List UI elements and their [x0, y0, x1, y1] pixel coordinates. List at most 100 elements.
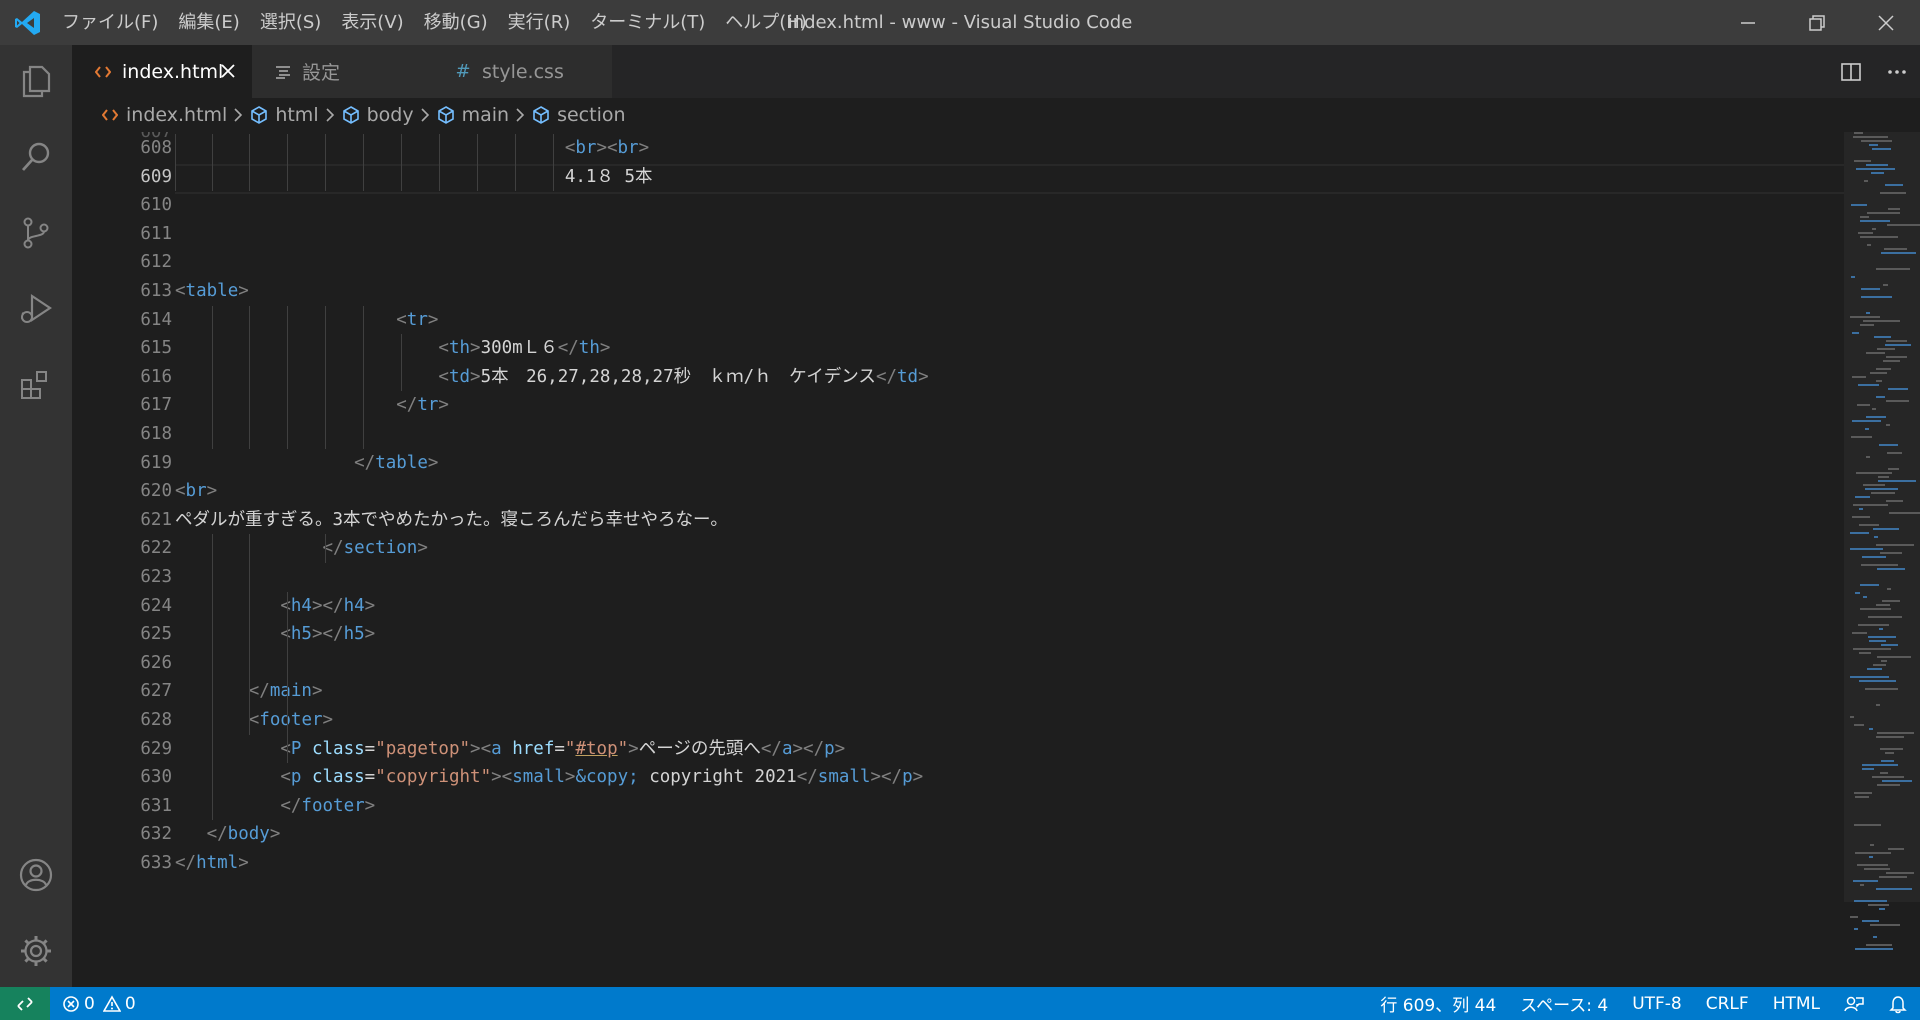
menu-view[interactable]: 表示(V)	[331, 0, 413, 45]
breadcrumb-item-file[interactable]: index.html	[102, 104, 227, 126]
breadcrumb-item-body[interactable]: body	[341, 104, 414, 126]
minimap-line	[1880, 748, 1903, 750]
line-number: 633	[140, 853, 172, 873]
language-mode[interactable]: HTML	[1761, 987, 1832, 1020]
minimap-line	[1876, 704, 1880, 706]
minimap-line	[1879, 628, 1883, 630]
minimap-line	[1877, 784, 1900, 786]
minimap-line	[1873, 936, 1877, 938]
code-line: </tr>	[396, 391, 449, 420]
breadcrumb-item-html[interactable]: html	[249, 104, 319, 126]
breadcrumb-item-main[interactable]: main	[436, 104, 509, 126]
minimap-line	[1876, 736, 1904, 738]
minimap-line	[1886, 424, 1890, 426]
minimap-line	[1878, 476, 1889, 478]
menu-help[interactable]: ヘルプ(H)	[715, 0, 817, 45]
manage-button[interactable]	[0, 915, 72, 987]
code-token: >	[438, 395, 449, 416]
notifications-button[interactable]	[1876, 987, 1920, 1020]
code-token: >	[417, 538, 428, 559]
explorer-button[interactable]	[0, 45, 72, 117]
code-line: </footer>	[280, 792, 375, 821]
minimap-line	[1889, 512, 1920, 514]
indent-guide	[401, 334, 402, 392]
code-token: >	[918, 366, 929, 387]
menu-run[interactable]: 実行(R)	[498, 0, 581, 45]
more-actions-button[interactable]	[1874, 52, 1920, 92]
code-line: <h4></h4>	[280, 592, 375, 621]
indent-guide	[439, 134, 440, 192]
indent-guide	[175, 134, 176, 192]
code-token: a	[781, 738, 793, 759]
minimap-line	[1851, 204, 1867, 206]
cursor-position[interactable]: 行 609、列 44	[1368, 987, 1508, 1020]
minimap-line	[1881, 660, 1887, 662]
code-token: <	[280, 767, 291, 788]
menu-edit[interactable]: 編集(E)	[168, 0, 249, 45]
minimap-line	[1869, 856, 1873, 858]
code-token: >	[470, 366, 481, 387]
symbol-element-icon	[533, 106, 549, 124]
code-token: h4	[290, 595, 312, 616]
code-token: >	[470, 338, 481, 359]
menu-terminal[interactable]: ターミナル(T)	[580, 0, 715, 45]
minimap-line	[1885, 184, 1903, 186]
problems-indicator[interactable]: 0 0	[62, 987, 136, 1020]
minimize-button[interactable]	[1713, 0, 1782, 45]
menu-bar: ファイル(F) 編集(E) 選択(S) 表示(V) 移動(G) 実行(R) ター…	[52, 0, 817, 45]
breadcrumb-item-section[interactable]: section	[531, 104, 626, 126]
tab-style-css[interactable]: # style.css	[432, 45, 612, 98]
minimap-line	[1886, 500, 1903, 502]
minimap-line	[1852, 516, 1870, 518]
menu-file[interactable]: ファイル(F)	[52, 0, 168, 45]
bell-icon	[1889, 995, 1907, 1013]
indent-guide	[212, 134, 213, 192]
menu-go[interactable]: 移動(G)	[414, 0, 498, 45]
minimap-line	[1859, 524, 1879, 526]
code-token: ></	[792, 738, 825, 759]
code-editor[interactable]: 607 608 609 610 611 612 613 614 615 616 617 618 619…	[72, 132, 1920, 987]
minimap[interactable]	[1844, 132, 1920, 987]
accounts-button[interactable]	[0, 839, 72, 911]
code-token: =	[364, 767, 376, 788]
minimap-line	[1859, 508, 1863, 510]
code-area[interactable]: <br><br> 4.1８ 5本 <table> <tr> <th>300mＬ６</th…	[175, 132, 1845, 987]
minimap-line	[1872, 408, 1876, 410]
extensions-button[interactable]	[0, 349, 72, 421]
close-window-button[interactable]	[1851, 0, 1920, 45]
minimap-line	[1870, 924, 1900, 926]
minimap-line	[1853, 648, 1891, 650]
restore-button[interactable]	[1782, 0, 1851, 45]
run-debug-button[interactable]	[0, 273, 72, 345]
line-number: 612	[140, 252, 172, 273]
encoding[interactable]: UTF-8	[1620, 987, 1694, 1020]
tab-settings[interactable]: 設定	[252, 45, 432, 98]
line-number: 615	[140, 338, 172, 359]
indent-guide	[515, 134, 516, 192]
feedback-button[interactable]	[1832, 987, 1876, 1020]
line-number: 610	[140, 195, 172, 216]
code-token: </	[206, 824, 228, 845]
code-token: &copy;	[575, 767, 639, 788]
code-token: <	[175, 481, 186, 502]
minimap-line	[1866, 164, 1888, 166]
indentation[interactable]: スペース: 4	[1508, 987, 1620, 1020]
minimap-line	[1869, 728, 1873, 730]
remote-indicator-button[interactable]	[0, 987, 50, 1020]
tab-label: style.css	[482, 60, 564, 83]
menu-selection[interactable]: 選択(S)	[250, 0, 331, 45]
code-token: 4.1８ 5本	[564, 166, 653, 187]
split-editor-button[interactable]	[1828, 52, 1874, 92]
code-token: </	[557, 338, 579, 359]
minimap-line	[1853, 504, 1888, 506]
chevron-right-icon	[419, 107, 431, 123]
tab-index-html[interactable]: index.html	[72, 45, 252, 98]
symbol-element-icon	[437, 106, 454, 124]
close-tab-button[interactable]	[218, 61, 238, 81]
search-button[interactable]	[0, 121, 72, 193]
minimap-line	[1854, 160, 1871, 162]
code-token: a	[491, 738, 502, 759]
end-of-line[interactable]: CRLF	[1694, 987, 1761, 1020]
source-control-button[interactable]	[0, 197, 72, 269]
minimap-line	[1886, 356, 1907, 358]
